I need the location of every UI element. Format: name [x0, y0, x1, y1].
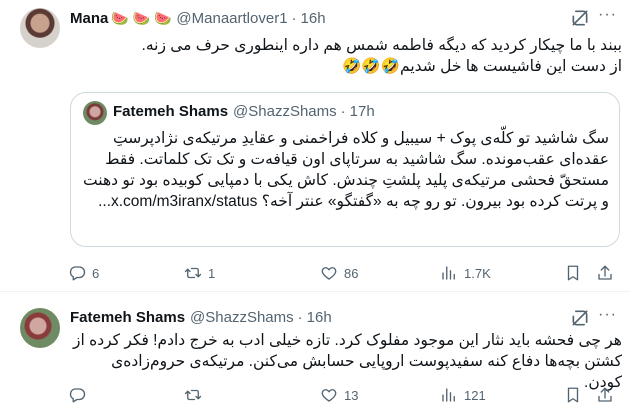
author-handle[interactable]: @Manaartlover1: [176, 10, 287, 27]
grok-icon[interactable]: [570, 8, 590, 28]
like-count: 13: [344, 387, 359, 403]
views-count: 121: [464, 387, 486, 403]
share-button[interactable]: [596, 386, 614, 404]
quote-author-name: Fatemeh Shams: [113, 103, 229, 120]
views-button[interactable]: 121: [440, 386, 486, 404]
bookmark-icon: [567, 265, 579, 281]
views-count: 1.7K: [464, 265, 491, 281]
share-icon: [598, 265, 612, 280]
timestamp[interactable]: 16h: [301, 10, 326, 27]
bookmark-icon: [567, 387, 579, 403]
share-icon: [598, 387, 612, 402]
tweet-text: ببند با ما چیکار کردید که دیگه فاطمه شمس…: [70, 35, 622, 77]
reply-icon: [69, 388, 86, 403]
bookmark-button[interactable]: [564, 264, 582, 282]
quote-avatar: [83, 101, 107, 125]
quote-header: Fatemeh Shams @ShazzShams · 17h: [113, 103, 375, 120]
share-button[interactable]: [596, 264, 614, 282]
tweet-header: Mana 🍉 🍉 🍉 @Manaartlover1 · 16h: [70, 10, 326, 27]
retweet-count: 1: [208, 265, 216, 281]
name-emoji: 🍉 🍉 🍉: [111, 10, 172, 26]
author-handle[interactable]: @ShazzShams: [190, 309, 294, 326]
reply-button[interactable]: [68, 386, 92, 404]
like-count: 86: [344, 265, 359, 281]
views-button[interactable]: 1.7K: [440, 264, 491, 282]
quote-author-handle: @ShazzShams: [233, 103, 337, 120]
avatar[interactable]: [20, 308, 60, 348]
tweet-header: Fatemeh Shams @ShazzShams · 16h: [70, 309, 332, 326]
tweet-1[interactable]: Mana 🍉 🍉 🍉 @Manaartlover1 · 16h ··· ببند…: [0, 0, 630, 292]
like-icon: [321, 267, 337, 280]
separator-dot: ·: [340, 103, 346, 120]
tweet-text-line: ببند با ما چیکار کردید که دیگه فاطمه شمس…: [141, 37, 622, 54]
views-icon: [442, 266, 455, 280]
retweet-icon: [184, 267, 202, 279]
tweet-text-line: از دست این فاشیست ها خل شدیم🤣🤣🤣: [342, 58, 622, 75]
retweet-button[interactable]: [184, 386, 208, 404]
more-icon[interactable]: ···: [598, 306, 617, 324]
quote-text: سگ شاشید تو کلّه‌ی پوک + سیبیل و کلاه فر…: [83, 130, 609, 210]
timestamp[interactable]: 16h: [307, 309, 332, 326]
reply-count: 6: [92, 265, 100, 281]
grok-icon[interactable]: [570, 308, 590, 328]
separator-dot: ·: [291, 10, 297, 27]
bookmark-button[interactable]: [564, 386, 582, 404]
author-name[interactable]: Fatemeh Shams: [70, 309, 185, 326]
reply-button[interactable]: 6: [68, 264, 99, 282]
more-icon[interactable]: ···: [598, 6, 617, 24]
author-name[interactable]: Mana: [70, 10, 108, 27]
action-bar: 13 121: [68, 384, 620, 406]
retweet-button[interactable]: 1: [184, 264, 215, 282]
action-bar: 6 1 86 1.7K: [68, 262, 620, 284]
reply-icon: [69, 266, 86, 281]
like-button[interactable]: 13: [320, 386, 358, 404]
views-icon: [442, 388, 455, 402]
retweet-icon: [184, 389, 202, 401]
quote-tweet[interactable]: Fatemeh Shams @ShazzShams · 17h سگ شاشید…: [70, 92, 620, 247]
like-icon: [321, 389, 337, 402]
separator-dot: ·: [297, 309, 303, 326]
like-button[interactable]: 86: [320, 264, 358, 282]
avatar[interactable]: [20, 8, 60, 48]
quote-timestamp: 17h: [349, 103, 375, 120]
